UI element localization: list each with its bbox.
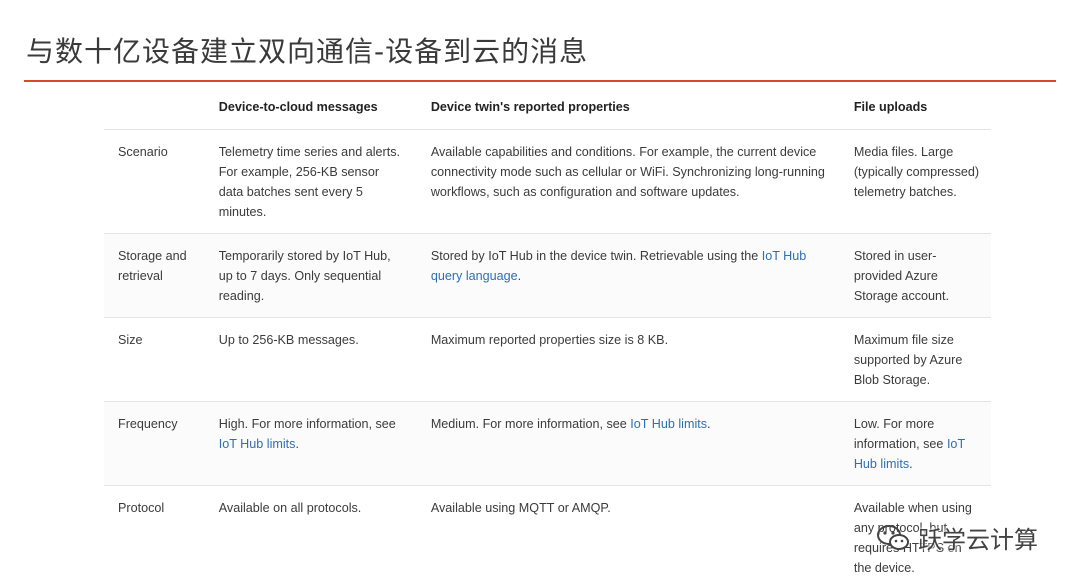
header-device-to-cloud: Device-to-cloud messages	[204, 92, 417, 130]
cell-file: Stored in user-provided Azure Storage ac…	[839, 233, 991, 318]
cell-file: Maximum file size supported by Azure Blo…	[839, 317, 991, 402]
cell-twin: Medium. For more information, see IoT Hu…	[416, 401, 840, 486]
title-divider	[24, 80, 1056, 82]
table-row-frequency: Frequency High. For more information, se…	[104, 401, 991, 486]
cell-text: .	[909, 457, 913, 471]
cell-d2c: Temporarily stored by IoT Hub, up to 7 d…	[204, 233, 417, 318]
row-label: Size	[104, 317, 205, 402]
header-empty	[104, 92, 205, 130]
table-row-size: Size Up to 256-KB messages. Maximum repo…	[104, 317, 991, 402]
cell-text: .	[707, 417, 711, 431]
cell-text: Stored by IoT Hub in the device twin. Re…	[430, 249, 762, 263]
cell-twin: Available using MQTT or AMQP.	[416, 485, 840, 586]
wechat-icon	[877, 524, 909, 550]
cell-text: Low. For more information, see	[853, 417, 947, 451]
cell-text: Medium. For more information, see	[430, 417, 631, 431]
watermark-text: 跃学云计算	[918, 526, 1038, 554]
row-label: Storage and retrieval	[104, 233, 205, 318]
cell-d2c: High. For more information, see IoT Hub …	[204, 401, 417, 486]
table-row-protocol: Protocol Available on all protocols. Ava…	[104, 485, 991, 586]
row-label: Protocol	[104, 485, 205, 586]
table-row-scenario: Scenario Telemetry time series and alert…	[104, 129, 991, 234]
cell-file: Low. For more information, see IoT Hub l…	[839, 401, 991, 486]
cell-text: .	[295, 437, 299, 451]
cell-twin: Maximum reported properties size is 8 KB…	[416, 317, 840, 402]
cell-d2c: Available on all protocols.	[204, 485, 417, 586]
watermark: 跃学云计算	[876, 520, 1038, 555]
header-file-uploads: File uploads	[839, 92, 991, 130]
table-row-storage: Storage and retrieval Temporarily stored…	[104, 233, 991, 318]
iot-hub-limits-link[interactable]: IoT Hub limits	[219, 437, 296, 451]
cell-twin: Stored by IoT Hub in the device twin. Re…	[416, 233, 840, 318]
cell-d2c: Up to 256-KB messages.	[204, 317, 417, 402]
row-label: Frequency	[104, 401, 205, 486]
cell-text: High. For more information, see	[218, 417, 396, 431]
cell-text: .	[517, 269, 522, 283]
comparison-table: Device-to-cloud messages Device twin's r…	[104, 92, 991, 586]
table-header-row: Device-to-cloud messages Device twin's r…	[104, 92, 991, 130]
cell-twin: Available capabilities and conditions. F…	[416, 129, 840, 234]
cell-file: Media files. Large (typically compressed…	[839, 129, 991, 234]
header-device-twin: Device twin's reported properties	[416, 92, 840, 130]
row-label: Scenario	[104, 129, 205, 234]
cell-d2c: Telemetry time series and alerts. For ex…	[204, 129, 417, 234]
slide-title: 与数十亿设备建立双向通信-设备到云的消息	[26, 35, 589, 68]
iot-hub-limits-link[interactable]: IoT Hub limits	[630, 417, 707, 431]
comparison-table-panel: Device-to-cloud messages Device twin's r…	[104, 92, 991, 586]
